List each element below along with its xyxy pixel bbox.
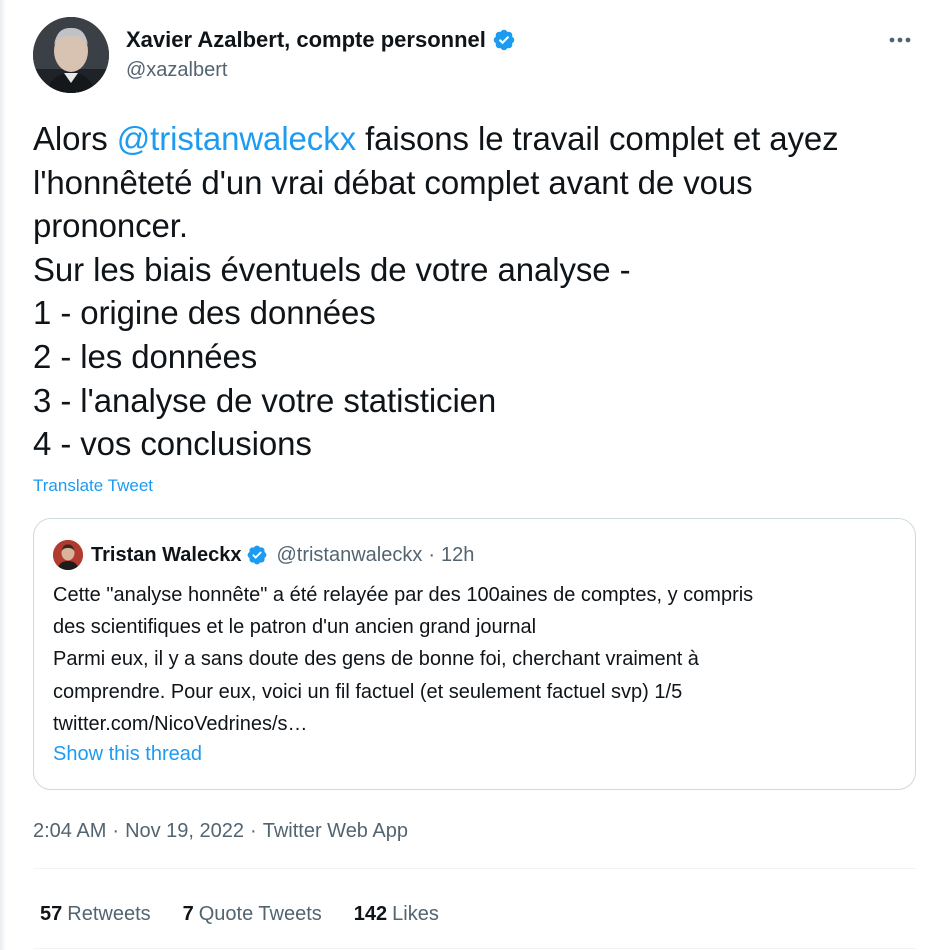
quote-tweets-label: Quote Tweets bbox=[198, 902, 322, 925]
author-name[interactable]: Xavier Azalbert, compte personnel bbox=[126, 26, 516, 54]
quoted-tweet-header: Tristan Waleckx @tristanwaleckx · 12h bbox=[53, 540, 474, 570]
left-edge-shadow bbox=[0, 0, 6, 950]
tweet-stats: 57 Retweets 7 Quote Tweets 142 Likes bbox=[40, 900, 471, 928]
translate-tweet-link[interactable]: Translate Tweet bbox=[33, 475, 153, 497]
tweet-source: Twitter Web App bbox=[262, 820, 408, 842]
show-thread-link[interactable]: Show this thread bbox=[53, 741, 202, 767]
quoted-line-3: Parmi eux, il y a sans doute des gens de… bbox=[53, 648, 699, 671]
author-handle[interactable]: @xazalbert bbox=[126, 58, 227, 82]
likes-label: Likes bbox=[392, 902, 439, 925]
mention-link[interactable]: @tristanwaleckx bbox=[117, 120, 356, 157]
tweet-line-4: Sur les biais éventuels de votre analyse… bbox=[33, 250, 631, 288]
retweets-label: Retweets bbox=[67, 902, 151, 925]
tweet-line-8: 4 - vos conclusions bbox=[33, 425, 312, 463]
quoted-line-4: comprendre. Pour eux, voici un fil factu… bbox=[53, 680, 683, 703]
tweet-line-2: l'honnêteté d'un vrai débat complet avan… bbox=[33, 163, 753, 201]
verified-badge-icon bbox=[492, 28, 516, 52]
quoted-author-avatar[interactable] bbox=[53, 540, 83, 570]
likes-stat[interactable]: 142 Likes bbox=[354, 903, 439, 926]
tweet-line-3: prononcer. bbox=[33, 207, 188, 245]
tweet-line-1: Alors @tristanwaleckx faisons le travail… bbox=[33, 117, 928, 161]
tweet-timestamp: 2:04 AM · Nov 19, 2022 · Twitter Web App bbox=[33, 818, 408, 844]
quoted-line-2: des scientifiques et le patron d'un anci… bbox=[53, 616, 537, 639]
quoted-meta-separator: · bbox=[428, 543, 436, 566]
tweet-page: Xavier Azalbert, compte personnel @xazal… bbox=[0, 0, 940, 950]
verified-badge-icon bbox=[246, 544, 268, 566]
tweet-time[interactable]: 2:04 AM bbox=[33, 820, 106, 842]
tweet-line-5: 1 - origine des données bbox=[33, 294, 376, 332]
tweet-line-7: 3 - l'analyse de votre statisticien bbox=[33, 381, 497, 419]
quoted-author-name[interactable]: Tristan Waleckx bbox=[91, 544, 241, 567]
quote-tweets-count: 7 bbox=[182, 902, 194, 925]
quoted-tweet-time[interactable]: 12h bbox=[441, 544, 474, 567]
quoted-author-handle[interactable]: @tristanwaleckx bbox=[276, 544, 422, 567]
tweet-line-1-start: Alors bbox=[33, 120, 117, 157]
divider bbox=[33, 868, 916, 869]
author-name-text[interactable]: Xavier Azalbert, compte personnel bbox=[126, 26, 486, 54]
author-avatar[interactable] bbox=[33, 17, 109, 93]
timestamp-separator-2: · bbox=[250, 820, 257, 842]
quote-tweets-stat[interactable]: 7 Quote Tweets bbox=[183, 903, 322, 926]
timestamp-separator-1: · bbox=[112, 820, 120, 842]
likes-count: 142 bbox=[353, 902, 388, 925]
quoted-tweet-text: Cette "analyse honnête" a été relayée pa… bbox=[53, 579, 903, 740]
tweet-date[interactable]: Nov 19, 2022 bbox=[125, 820, 244, 842]
tweet-line-1-end: faisons le travail complet et ayez bbox=[356, 120, 839, 157]
tweet-line-6: 2 - les données bbox=[33, 337, 258, 375]
quoted-line-5: twitter.com/NicoVedrines/s… bbox=[53, 712, 308, 735]
more-options-button[interactable] bbox=[882, 22, 918, 58]
retweets-stat[interactable]: 57 Retweets bbox=[40, 903, 151, 926]
divider bbox=[33, 948, 916, 949]
more-horizontal-icon bbox=[889, 37, 911, 43]
quoted-tweet-card[interactable]: Tristan Waleckx @tristanwaleckx · 12h Ce… bbox=[33, 518, 916, 790]
retweets-count: 57 bbox=[40, 902, 63, 925]
tweet-text: Alors @tristanwaleckx faisons le travail… bbox=[33, 117, 928, 466]
quoted-line-1: Cette "analyse honnête" a été relayée pa… bbox=[53, 584, 754, 606]
